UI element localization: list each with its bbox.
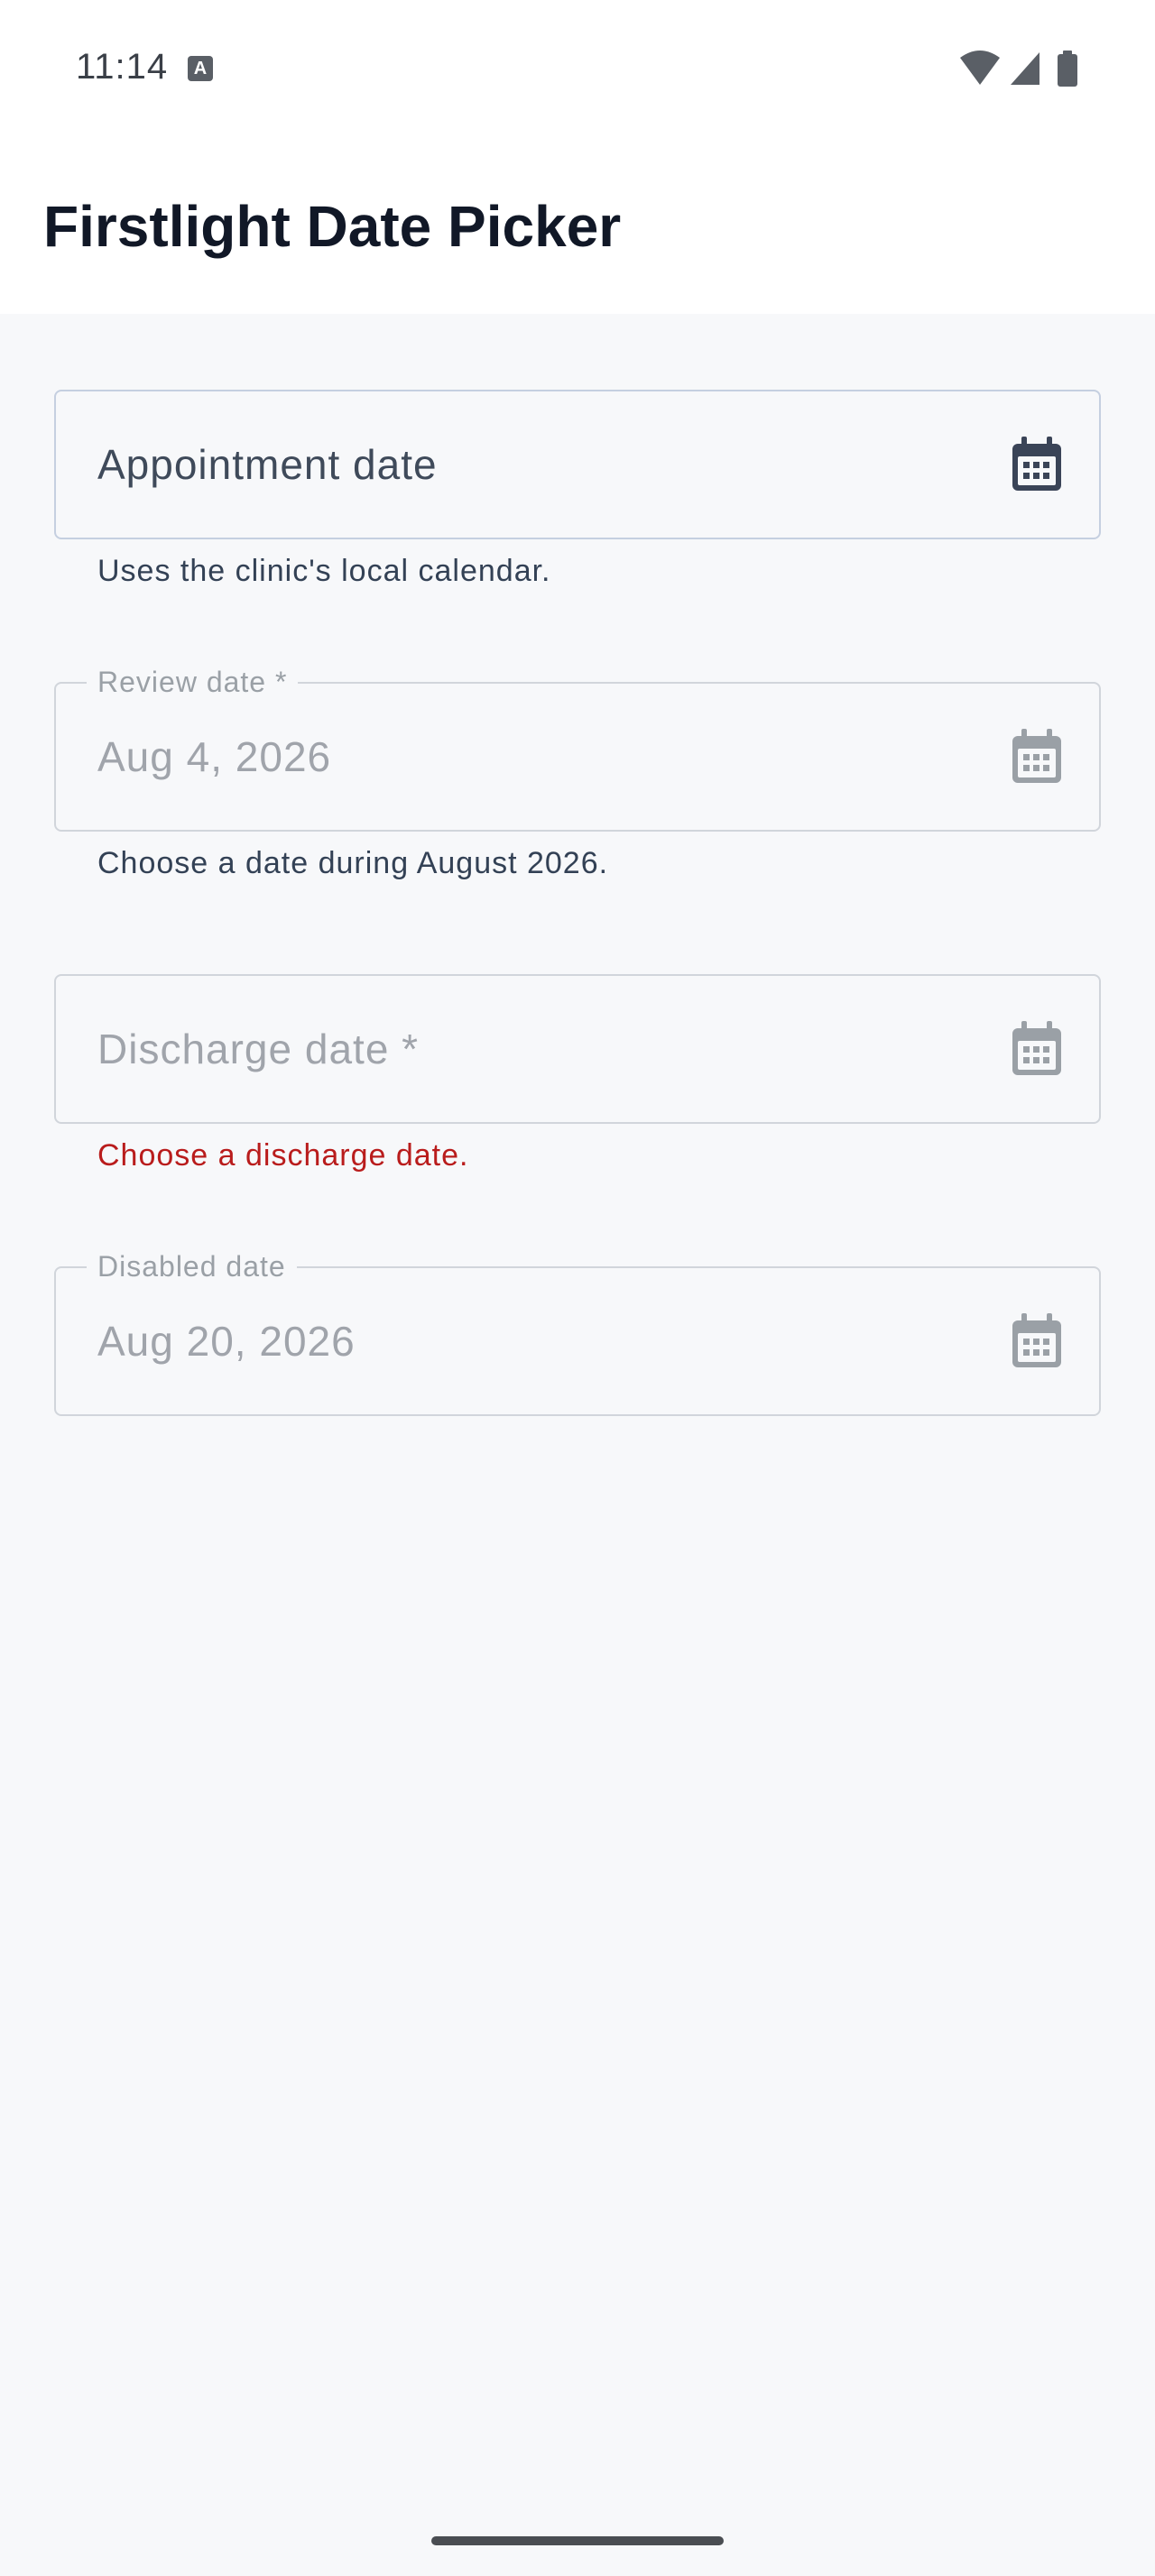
- discharge-date-label: Discharge date *: [97, 1026, 420, 1072]
- battery-icon: [1058, 51, 1077, 87]
- review-date-value: Aug 4, 2026: [97, 733, 332, 780]
- app-bar: Firstlight Date Picker: [0, 144, 1155, 314]
- calendar-icon[interactable]: [1011, 1021, 1063, 1077]
- disabled-date-value: Aug 20, 2026: [97, 1318, 356, 1365]
- page-title: Firstlight Date Picker: [43, 194, 622, 259]
- status-icons: [960, 49, 1083, 90]
- discharge-date-error: Choose a discharge date.: [97, 1138, 469, 1173]
- home-gesture-handle[interactable]: [431, 2536, 724, 2545]
- disabled-date-label: Disabled date: [87, 1250, 297, 1283]
- form-content: Appointment date Uses the clinic's local…: [0, 314, 1155, 2576]
- appointment-date-label: Appointment date: [97, 441, 438, 488]
- cell-signal-icon: [1011, 52, 1040, 85]
- discharge-date-field[interactable]: Discharge date *: [54, 974, 1101, 1124]
- review-date-helper: Choose a date during August 2026.: [97, 846, 609, 880]
- appointment-date-helper: Uses the clinic's local calendar.: [97, 554, 551, 588]
- calendar-icon[interactable]: [1011, 437, 1063, 492]
- disabled-date-field: Disabled date Aug 20, 2026: [54, 1250, 1101, 1416]
- status-time: 11:14: [76, 47, 169, 87]
- calendar-icon: [1012, 1313, 1061, 1367]
- review-date-field[interactable]: Review date * Aug 4, 2026: [54, 666, 1101, 832]
- calendar-icon[interactable]: [1011, 729, 1063, 785]
- review-date-label: Review date *: [87, 666, 299, 699]
- wifi-icon: [960, 51, 1000, 85]
- appointment-date-field[interactable]: Appointment date: [54, 390, 1101, 539]
- a-icon: A: [188, 56, 213, 81]
- status-bar: 11:14 A: [0, 0, 1155, 144]
